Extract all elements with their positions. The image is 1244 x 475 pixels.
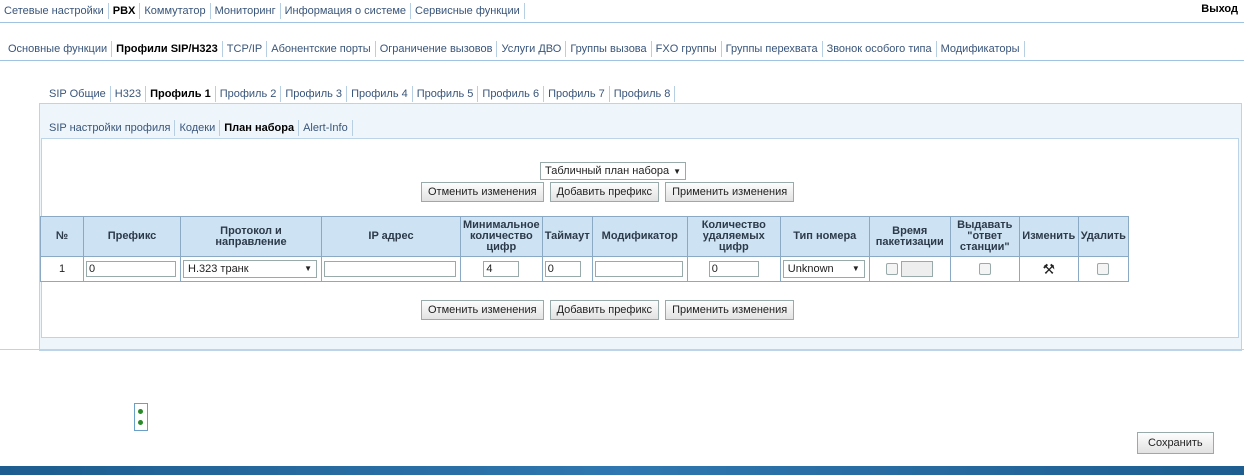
pbx-subnav-tab-5[interactable]: Услуги ДВО: [497, 41, 567, 57]
pbx-subnav-tab-10[interactable]: Модификаторы: [937, 41, 1025, 57]
col-prefix: Префикс: [83, 216, 181, 257]
pbx-subnav-tab-1[interactable]: Профили SIP/H323: [112, 41, 223, 57]
top-nav-tab-1[interactable]: PBX: [109, 3, 141, 19]
col-number: №: [40, 216, 84, 257]
col-delete: Удалить: [1077, 216, 1129, 257]
button-row-top: Отменить изменения Добавить префикс Прим…: [421, 182, 795, 202]
pbx-subnav-tab-6[interactable]: Группы вызова: [566, 41, 652, 57]
cancel-changes-button[interactable]: Отменить изменения: [421, 182, 544, 202]
profile-settings-tab-3[interactable]: Alert-Info: [299, 120, 353, 136]
timeout-input[interactable]: 0: [544, 261, 581, 277]
ip-input[interactable]: [324, 261, 456, 277]
delete-digits-cell: 0: [686, 256, 781, 282]
col-modifier: Модификатор: [591, 216, 688, 257]
status-dot-icon: [138, 409, 143, 414]
min-digits-cell: 4: [460, 256, 543, 282]
profile-tab-6[interactable]: Профиль 5: [413, 86, 479, 102]
protocol-cell: H.323 транк ▼: [180, 256, 322, 282]
profile-settings-tab-0[interactable]: SIP настройки профиля: [45, 120, 176, 136]
top-nav-tab-4[interactable]: Информация о системе: [281, 3, 412, 19]
chevron-down-icon: ▼: [851, 264, 860, 273]
row-number: 1: [40, 256, 84, 282]
ip-cell: [321, 256, 461, 282]
station-answer-checkbox[interactable]: [978, 263, 991, 276]
number-type-cell: Unknown ▼: [779, 256, 870, 282]
save-button[interactable]: Сохранить: [1137, 432, 1214, 454]
modifier-input[interactable]: [594, 261, 683, 277]
col-protocol: Протокол и направление: [180, 216, 322, 257]
profile-settings-tab-2[interactable]: План набора: [220, 120, 300, 136]
profile-tab-4[interactable]: Профиль 3: [281, 86, 348, 102]
protocol-select[interactable]: H.323 транк ▼: [183, 260, 317, 278]
chevron-down-icon: ▼: [673, 167, 682, 176]
profile-tab-7[interactable]: Профиль 6: [478, 86, 545, 102]
col-edit: Изменить: [1018, 216, 1079, 257]
top-nav-tab-3[interactable]: Мониторинг: [211, 3, 281, 19]
prefix-cell: 0: [83, 256, 181, 282]
dialplan-type-select[interactable]: Табличный план набора ▼: [540, 162, 687, 180]
dialplan-type-value: Табличный план набора: [545, 165, 670, 177]
apply-changes-button[interactable]: Применить изменения: [665, 300, 795, 320]
min-digits-input[interactable]: 4: [483, 261, 520, 277]
number-type-select[interactable]: Unknown ▼: [782, 260, 865, 278]
bottom-bar: [0, 466, 1244, 475]
col-packetization: Время пакетизации: [868, 216, 951, 257]
packetization-input[interactable]: [901, 261, 934, 277]
apply-changes-button[interactable]: Применить изменения: [665, 182, 795, 202]
add-prefix-button[interactable]: Добавить префикс: [549, 182, 660, 202]
profile-settings-tabs: SIP настройки профиля Кодеки План набора Al…: [41, 118, 1237, 138]
button-row-bottom: Отменить изменения Добавить префикс Прим…: [421, 300, 795, 320]
pbx-subnav-tab-0[interactable]: Основные функции: [4, 41, 113, 57]
delete-checkbox[interactable]: [1097, 263, 1110, 276]
status-indicator: [134, 403, 148, 431]
col-ip: IP адрес: [321, 216, 461, 257]
profile-tab-3[interactable]: Профиль 2: [216, 86, 282, 102]
pbx-subnav-tab-9[interactable]: Звонок особого типа: [823, 41, 937, 57]
cancel-changes-button[interactable]: Отменить изменения: [421, 300, 544, 320]
delete-cell: [1077, 256, 1129, 282]
pbx-subnav-tab-4[interactable]: Ограничение вызовов: [376, 41, 498, 57]
chevron-down-icon: ▼: [304, 264, 312, 273]
top-nav-tab-0[interactable]: Сетевые настройки: [0, 3, 109, 19]
delete-digits-input[interactable]: 0: [708, 261, 759, 277]
packetization-cell: [868, 256, 951, 282]
top-navigation: Сетевые настройки PBX Коммутатор Мониторинг…: [0, 0, 1244, 23]
col-number-type: Тип номера: [779, 216, 870, 257]
profile-tab-5[interactable]: Профиль 4: [347, 86, 413, 102]
timeout-cell: 0: [541, 256, 593, 282]
col-timeout: Таймаут: [541, 216, 593, 257]
profile-tabs: SIP Общие H323 Профиль 1 Профиль 2 Профиль 3…: [39, 85, 1240, 103]
tools-icon[interactable]: ⚒: [1042, 261, 1055, 277]
table-row: 1 0 H.323 транк ▼ 4 0 0 Unknown ▼ ⚒: [40, 256, 1129, 282]
dialplan-table: № Префикс Протокол и направление IP адре…: [40, 216, 1129, 282]
pbx-subnavigation: Основные функции Профили SIP/H323 TCP/IP Аб…: [0, 38, 1244, 60]
profile-tab-9[interactable]: Профиль 8: [610, 86, 676, 102]
exit-link[interactable]: Выход: [1201, 3, 1238, 15]
profile-tab-1[interactable]: H323: [111, 86, 147, 102]
col-delete-digits: Количество удаляемых цифр: [686, 216, 781, 257]
protocol-value: H.323 транк: [188, 263, 249, 275]
profile-tab-0[interactable]: SIP Общие: [45, 86, 111, 102]
number-type-value: Unknown: [787, 263, 834, 275]
col-min-digits: Минимальное количество цифр: [460, 216, 543, 257]
top-nav-tab-5[interactable]: Сервисные функции: [411, 3, 525, 19]
divider: [0, 349, 1244, 351]
profile-tab-8[interactable]: Профиль 7: [544, 86, 610, 102]
pbx-subnav-tab-7[interactable]: FXO группы: [652, 41, 722, 57]
status-dot-icon: [138, 420, 143, 425]
packetization-checkbox[interactable]: [886, 263, 899, 275]
pbx-subnav-tab-3[interactable]: Абонентские порты: [267, 41, 376, 57]
pbx-subnav-tab-2[interactable]: TCP/IP: [223, 41, 268, 57]
add-prefix-button[interactable]: Добавить префикс: [549, 300, 660, 320]
col-station-answer: Выдавать "ответ станции": [949, 216, 1020, 257]
edit-cell: ⚒: [1018, 256, 1079, 282]
top-nav-tab-2[interactable]: Коммутатор: [140, 3, 211, 19]
pbx-subnav-tab-8[interactable]: Группы перехвата: [722, 41, 823, 57]
profile-settings-tab-1[interactable]: Кодеки: [175, 120, 221, 136]
prefix-input[interactable]: 0: [86, 261, 176, 277]
modifier-cell: [591, 256, 688, 282]
station-answer-cell: [949, 256, 1020, 282]
profile-tab-2[interactable]: Профиль 1: [146, 86, 216, 102]
